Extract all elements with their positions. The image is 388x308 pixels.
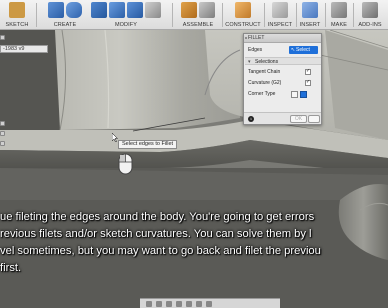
selections-section-header[interactable]: Selections [245,57,321,66]
toolbar-group-label: ASSEMBLE [182,22,214,28]
measure-icon[interactable] [272,2,288,18]
viewports-icon[interactable] [206,301,212,307]
info-icon[interactable]: i [248,116,254,122]
ok-button[interactable]: OK [290,115,307,123]
sketch-icon[interactable] [9,2,25,18]
pan-icon[interactable] [156,301,162,307]
selection-tooltip: Select edges to Fillet [118,140,178,149]
toolbar-group-label: MODIFY [115,22,137,28]
browser-document-title[interactable]: -1983 v9 [0,45,48,53]
corner-setback-icon[interactable] [300,91,307,98]
box-icon[interactable] [48,2,64,18]
offset-plane-icon[interactable] [235,2,251,18]
shell-icon[interactable] [145,2,161,18]
fit-icon[interactable] [176,301,182,307]
browser-strip [0,31,6,181]
toolbar-separator [353,3,354,27]
toolbar-group-label: SKETCH [5,22,29,28]
edges-label: Edges [248,47,263,53]
grid-settings-icon[interactable] [196,301,202,307]
toolbar-group-label: MAKE [331,22,347,28]
navigation-bar [140,298,280,308]
orbit-icon[interactable] [146,301,152,307]
toolbar-group-make[interactable]: MAKE [327,2,351,28]
caption-line: ue fileting the edges around the body. Y… [0,211,315,223]
corner-rolling-ball-icon[interactable] [291,91,298,98]
tangent-chain-label: Tangent Chain [248,69,281,75]
curvature-label: Curvature (G2) [248,80,282,86]
toolbar-group-insert[interactable]: INSERT [297,2,323,28]
fillet-dialog: FILLET Edges Select Selections Tangent C… [243,33,322,125]
fillet-icon[interactable] [109,2,125,18]
joint-icon[interactable] [199,2,215,18]
select-edges-button[interactable]: Select [289,46,318,54]
caption-line: revious filets and/or sketch curvatures.… [0,228,312,240]
toolbar-group-sketch[interactable]: SKETCH [2,2,32,28]
insert-icon[interactable] [302,2,318,18]
video-caption: ue fileting the edges around the body. Y… [0,205,388,308]
display-settings-icon[interactable] [186,301,192,307]
toolbar-separator [36,3,37,27]
new-component-icon[interactable] [181,2,197,18]
push-pull-icon[interactable] [91,2,107,18]
toolbar-group-add-ins[interactable]: ADD-INS [355,2,385,28]
cancel-button[interactable] [308,115,320,123]
dialog-title: FILLET [248,35,265,41]
toolbar-group-label: CREATE [53,22,77,28]
3d-print-icon[interactable] [331,2,347,18]
expand-icon[interactable] [0,141,5,146]
mouse-hint-icon [118,153,133,175]
corner-type-label: Corner Type [248,91,276,97]
expand-icon[interactable] [0,35,5,40]
dialog-footer: i OK [244,112,321,124]
toolbar-group-label: ADD-INS [358,22,382,28]
toolbar-group-create[interactable]: CREATE [40,2,90,28]
curvature-checkbox[interactable] [305,79,311,86]
chamfer-icon[interactable] [127,2,143,18]
toolbar-group-label: CONSTRUCT [225,22,261,28]
toolbar-separator [325,3,326,27]
toolbar-separator [222,3,223,27]
toolbar-group-modify[interactable]: MODIFY [86,2,166,28]
expand-icon[interactable] [0,121,5,126]
dialog-header[interactable]: FILLET [244,34,321,43]
caption-line: first. [0,262,22,274]
toolbar-group-inspect[interactable]: INSPECT [266,2,294,28]
main-toolbar: SKETCH CREATE MODIFY ASSEMBLE CONSTRUCT [0,0,388,30]
toolbar-separator [264,3,265,27]
scripts-icon[interactable] [362,2,378,18]
cylinder-icon[interactable] [66,2,82,18]
zoom-icon[interactable] [166,301,172,307]
toolbar-group-assemble[interactable]: ASSEMBLE [176,2,220,28]
caption-line: vel sometimes, but you may want to go ba… [0,245,321,257]
toolbar-group-construct[interactable]: CONSTRUCT [224,2,262,28]
toolbar-group-label: INSERT [299,22,321,28]
toolbar-separator [172,3,173,27]
grip-icon [245,37,247,39]
tangent-chain-checkbox[interactable] [305,68,311,75]
expand-icon[interactable] [0,131,5,136]
toolbar-group-label: INSPECT [267,22,293,28]
